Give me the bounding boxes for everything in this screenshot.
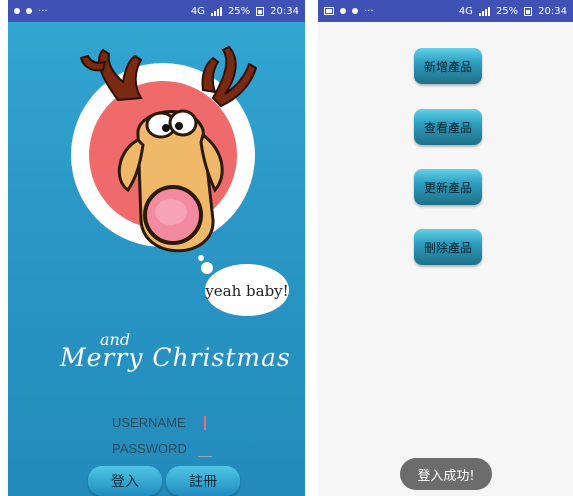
login-screen: ··· 4G 25% 20:34 yeah baby! and Merry Ch… bbox=[8, 0, 305, 496]
password-underline bbox=[198, 456, 212, 457]
product-menu-screen: ··· 4G 25% 20:34 新增產品 查看產品 更新產品 刪除產品 登入成… bbox=[318, 0, 573, 496]
password-field[interactable]: PASSWORD bbox=[112, 436, 212, 462]
auth-buttons: 登入 註冊 bbox=[88, 466, 248, 496]
view-product-button[interactable]: 查看產品 bbox=[414, 109, 482, 145]
network-label: 4G bbox=[190, 5, 205, 17]
status-time: 20:34 bbox=[538, 5, 567, 17]
text-cursor bbox=[204, 416, 206, 430]
add-product-button[interactable]: 新增產品 bbox=[414, 48, 482, 84]
status-time: 20:34 bbox=[270, 5, 299, 17]
more-icon: ··· bbox=[364, 5, 374, 17]
battery-percent: 25% bbox=[495, 5, 519, 17]
more-icon: ··· bbox=[38, 5, 48, 17]
battery-icon bbox=[524, 6, 533, 16]
battery-icon bbox=[256, 6, 265, 16]
notification-icon bbox=[14, 8, 20, 14]
reindeer-illustration: yeah baby! bbox=[71, 45, 289, 316]
gallery-icon bbox=[324, 7, 334, 15]
password-label: PASSWORD bbox=[112, 441, 187, 456]
app-icon bbox=[352, 8, 358, 14]
signal-icon bbox=[210, 6, 222, 16]
greeting-title: Merry Christmas bbox=[60, 343, 291, 372]
login-success-toast: 登入成功! bbox=[400, 458, 492, 490]
battery-percent: 25% bbox=[227, 5, 251, 17]
register-button[interactable]: 註冊 bbox=[166, 466, 240, 496]
delete-product-button[interactable]: 刪除產品 bbox=[414, 229, 482, 265]
username-label: USERNAME bbox=[112, 415, 186, 430]
login-form: USERNAME PASSWORD bbox=[112, 410, 212, 462]
app-icon bbox=[26, 8, 32, 14]
notification-icon bbox=[340, 8, 346, 14]
speech-text: yeah baby! bbox=[204, 282, 288, 300]
signal-icon bbox=[478, 6, 490, 16]
network-label: 4G bbox=[458, 5, 473, 17]
update-product-button[interactable]: 更新產品 bbox=[414, 169, 482, 205]
login-button[interactable]: 登入 bbox=[88, 466, 162, 496]
right-eye bbox=[168, 109, 198, 137]
username-field[interactable]: USERNAME bbox=[112, 410, 206, 436]
status-bar: ··· 4G 25% 20:34 bbox=[318, 0, 573, 22]
status-bar: ··· 4G 25% 20:34 bbox=[8, 0, 305, 22]
